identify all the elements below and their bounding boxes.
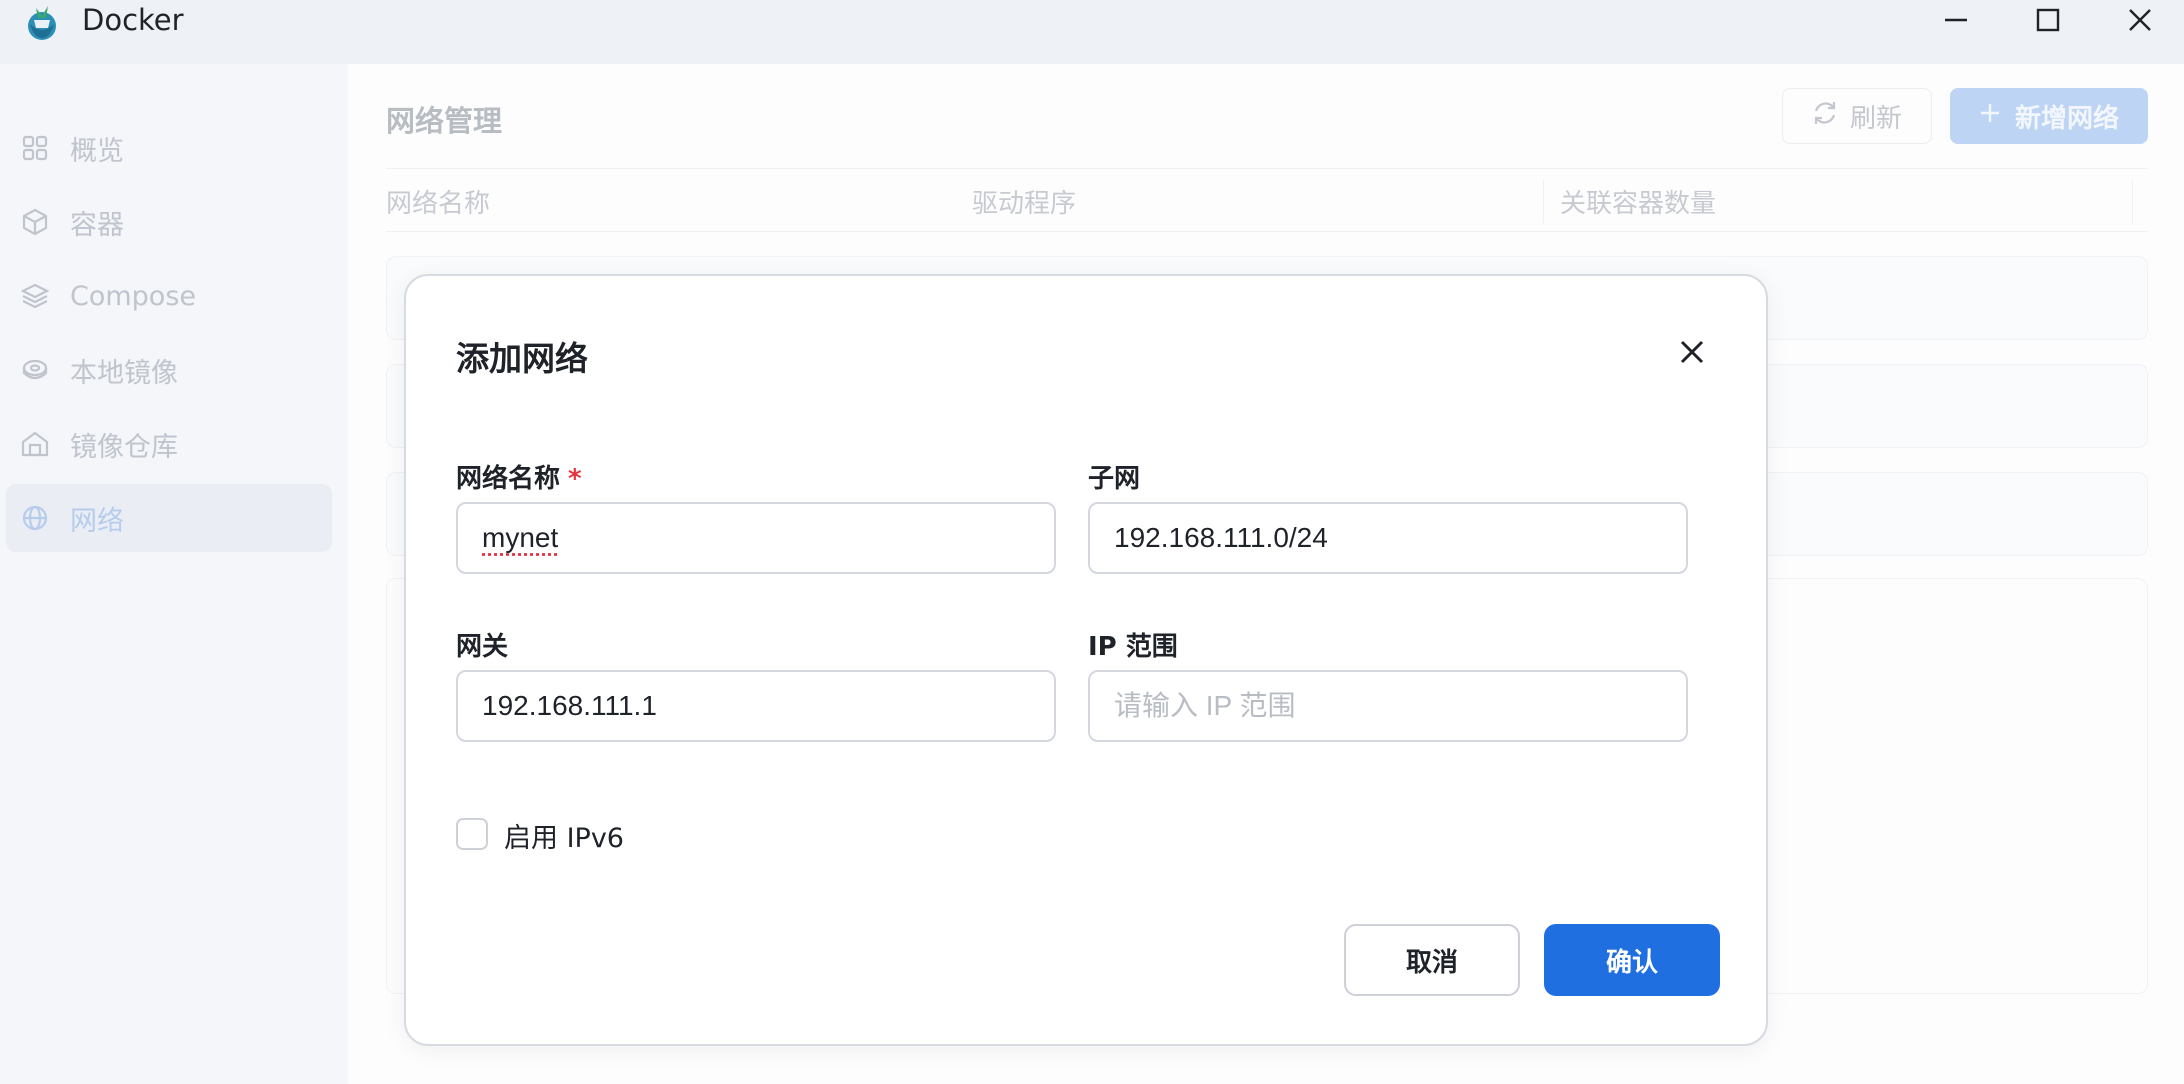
column-divider [1543, 179, 1544, 223]
title-bar: Docker [0, 0, 2184, 64]
network-name-input[interactable]: mynet [456, 502, 1056, 574]
close-icon[interactable] [1672, 332, 1712, 372]
sidebar-item-label: 网络 [70, 505, 124, 537]
box-icon [20, 207, 50, 237]
ip-range-input[interactable] [1088, 670, 1688, 742]
ipv6-checkbox-label[interactable]: 启用 IPv6 [504, 816, 624, 855]
globe-icon [20, 503, 50, 533]
grid-icon [20, 133, 50, 163]
ipv6-checkbox[interactable] [456, 818, 488, 850]
column-header-container-count: 关联容器数量 [1560, 189, 1717, 219]
add-network-button[interactable]: 新增网络 [1950, 88, 2148, 144]
refresh-label: 刷新 [1849, 103, 1902, 134]
page-title: 网络管理 [386, 104, 503, 138]
gateway-label: 网关 [456, 632, 509, 662]
column-divider [2132, 179, 2133, 223]
sidebar-item-containers[interactable]: 容器 [6, 188, 332, 256]
subnet-label: 子网 [1088, 464, 1141, 494]
add-network-dialog: 添加网络 网络名称* mynet 子网 网关 IP 范围 启用 IPv6 取消 … [404, 274, 1768, 1046]
dialog-title: 添加网络 [456, 339, 588, 378]
minimize-icon[interactable] [1926, 0, 1986, 40]
subnet-input[interactable] [1088, 502, 1688, 574]
sidebar-item-label: 本地镜像 [70, 357, 178, 389]
app-title: Docker [82, 3, 184, 37]
required-mark: * [568, 464, 582, 494]
refresh-icon [1812, 100, 1838, 133]
plus-icon [1979, 101, 2001, 131]
sidebar: 概览 容器 Compose 本地镜像 镜像仓库 网络 [0, 64, 346, 1084]
refresh-button[interactable]: 刷新 [1782, 88, 1932, 144]
warehouse-icon [20, 429, 50, 459]
docker-logo-icon [22, 2, 62, 42]
table-header: 网络名称 驱动程序 关联容器数量 [386, 168, 2148, 232]
sidebar-item-label: 概览 [70, 135, 124, 167]
add-network-label: 新增网络 [2014, 103, 2119, 134]
sidebar-item-label: Compose [70, 280, 197, 312]
sidebar-item-local-images[interactable]: 本地镜像 [6, 336, 332, 404]
sidebar-item-image-registry[interactable]: 镜像仓库 [6, 410, 332, 478]
close-window-icon[interactable] [2110, 0, 2170, 40]
sidebar-item-label: 容器 [70, 209, 124, 241]
network-name-value: mynet [482, 522, 559, 553]
gateway-input[interactable] [456, 670, 1056, 742]
network-name-label: 网络名称 * [456, 464, 582, 494]
sidebar-item-network[interactable]: 网络 [6, 484, 332, 552]
sidebar-item-compose[interactable]: Compose [6, 262, 332, 330]
sidebar-item-label: 镜像仓库 [70, 431, 178, 463]
cancel-button[interactable]: 取消 [1344, 924, 1520, 996]
ip-range-label: IP 范围 [1088, 632, 1178, 662]
disk-icon [20, 355, 50, 385]
layers-icon [20, 281, 50, 311]
sidebar-item-overview[interactable]: 概览 [6, 114, 332, 182]
column-header-driver: 驱动程序 [972, 189, 1077, 219]
maximize-icon[interactable] [2018, 0, 2078, 40]
confirm-button[interactable]: 确认 [1544, 924, 1720, 996]
column-header-name: 网络名称 [386, 189, 491, 219]
